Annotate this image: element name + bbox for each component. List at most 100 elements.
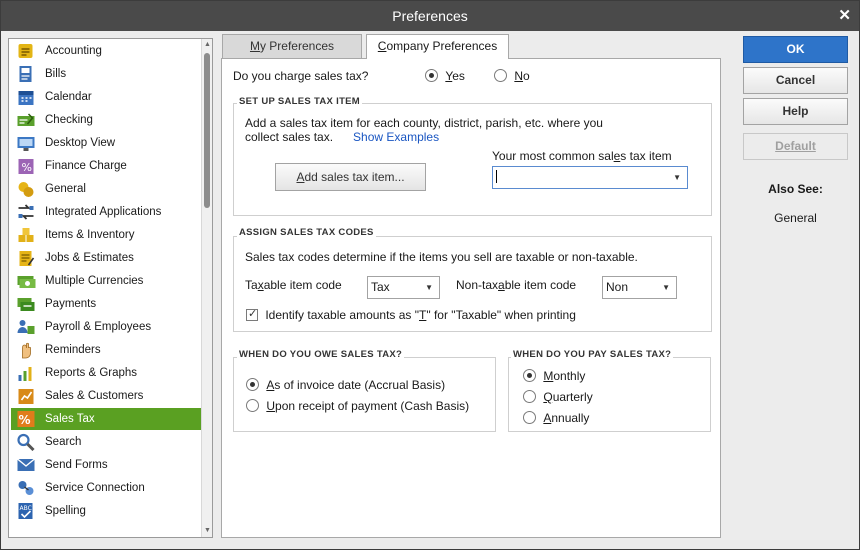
- sidebar-item-integrated-applications[interactable]: Integrated Applications: [11, 201, 201, 223]
- show-examples-link[interactable]: Show Examples: [353, 130, 439, 144]
- pay-quarterly-radio[interactable]: Quarterly: [523, 390, 593, 404]
- owe-cash-radio[interactable]: Upon receipt of payment (Cash Basis): [246, 399, 469, 413]
- sidebar-item-reports-graphs[interactable]: Reports & Graphs: [11, 362, 201, 384]
- sidebar-item-label: Search: [45, 436, 82, 448]
- send-forms-icon: [15, 455, 37, 475]
- also-see-general-link[interactable]: General: [743, 211, 848, 225]
- identify-taxable-checkbox-row[interactable]: Identify taxable amounts as "T" for "Tax…: [246, 307, 576, 322]
- sidebar-item-checking[interactable]: Checking: [11, 109, 201, 131]
- accounting-icon: [15, 41, 37, 61]
- sidebar-item-calendar[interactable]: Calendar: [11, 86, 201, 108]
- sidebar-item-accounting[interactable]: Accounting: [11, 40, 201, 62]
- cash-radio-indicator[interactable]: [246, 399, 259, 412]
- accrual-radio-indicator[interactable]: [246, 378, 259, 391]
- sales-customers-icon: [15, 386, 37, 406]
- nontaxable-item-code-dropdown[interactable]: Non ▼: [602, 276, 677, 299]
- nontaxable-item-code-label: Non-taxable item code: [456, 278, 577, 292]
- quarterly-radio-indicator[interactable]: [523, 390, 536, 403]
- checking-icon: [15, 110, 37, 130]
- service-connection-icon: [15, 478, 37, 498]
- sales-tax-icon: %: [15, 409, 37, 429]
- category-scrollbar[interactable]: ▲ ▼: [201, 39, 212, 537]
- sidebar-item-label: Checking: [45, 114, 93, 126]
- charge-yes-radio[interactable]: Yes: [425, 69, 465, 83]
- annually-radio-indicator[interactable]: [523, 411, 536, 424]
- common-sales-tax-item-dropdown[interactable]: ▼: [492, 166, 688, 189]
- sidebar-item-label: Spelling: [45, 505, 86, 517]
- sidebar-item-label: Payroll & Employees: [45, 321, 152, 333]
- integrated-applications-icon: [15, 202, 37, 222]
- sidebar-item-send-forms[interactable]: Send Forms: [11, 454, 201, 476]
- chevron-down-icon[interactable]: ▼: [662, 277, 670, 298]
- yes-radio-indicator[interactable]: [425, 69, 438, 82]
- tab-my-preferences[interactable]: My Preferences: [222, 34, 362, 58]
- sidebar-item-label: Reports & Graphs: [45, 367, 138, 379]
- sidebar-item-reminders[interactable]: Reminders: [11, 339, 201, 361]
- title-bar: Preferences ✕: [1, 1, 859, 31]
- close-icon[interactable]: ✕: [838, 1, 851, 31]
- tab-company-preferences[interactable]: Company Preferences: [366, 34, 509, 59]
- charge-sales-tax-question: Do you charge sales tax?: [233, 69, 369, 83]
- reports-graphs-icon: [15, 363, 37, 383]
- sidebar-item-service-connection[interactable]: Service Connection: [11, 477, 201, 499]
- add-sales-tax-item-button[interactable]: Add sales tax item...: [275, 163, 426, 191]
- scroll-up-arrow-icon[interactable]: ▲: [202, 39, 213, 51]
- cancel-button[interactable]: Cancel: [743, 67, 848, 94]
- sidebar-item-search[interactable]: Search: [11, 431, 201, 453]
- no-radio-indicator[interactable]: [494, 69, 507, 82]
- pay-annually-radio[interactable]: Annually: [523, 411, 589, 425]
- sidebar-item-label: Jobs & Estimates: [45, 252, 134, 264]
- sidebar-item-label: Desktop View: [45, 137, 116, 149]
- sidebar-item-label: Sales & Customers: [45, 390, 144, 402]
- jobs-estimates-icon: [15, 248, 37, 268]
- reminders-icon: [15, 340, 37, 360]
- scroll-thumb[interactable]: [204, 53, 210, 208]
- charge-no-radio[interactable]: No: [494, 69, 530, 83]
- calendar-icon: [15, 87, 37, 107]
- sidebar-item-desktop-view[interactable]: Desktop View: [11, 132, 201, 154]
- common-sales-tax-item-label: Your most common sales tax item: [492, 149, 672, 163]
- pay-monthly-radio[interactable]: Monthly: [523, 369, 585, 383]
- desktop-view-icon: [15, 133, 37, 153]
- sidebar-item-general[interactable]: General: [11, 178, 201, 200]
- taxable-item-code-label: Taxable item code: [245, 278, 342, 292]
- owe-accrual-radio[interactable]: As of invoice date (Accrual Basis): [246, 378, 445, 392]
- sidebar-item-label: Multiple Currencies: [45, 275, 144, 287]
- sidebar-item-spelling[interactable]: ABC Spelling: [11, 500, 201, 522]
- chevron-down-icon[interactable]: ▼: [425, 277, 433, 298]
- assign-group-title: ASSIGN SALES TAX CODES: [237, 227, 376, 238]
- sidebar-item-label: General: [45, 183, 86, 195]
- items-inventory-icon: [15, 225, 37, 245]
- general-icon: [15, 179, 37, 199]
- sidebar-item-payroll-employees[interactable]: Payroll & Employees: [11, 316, 201, 338]
- sidebar-item-jobs-estimates[interactable]: Jobs & Estimates: [11, 247, 201, 269]
- codes-description: Sales tax codes determine if the items y…: [245, 250, 638, 264]
- identify-taxable-checkbox[interactable]: [246, 307, 258, 321]
- sidebar-item-label: Payments: [45, 298, 97, 310]
- pay-group-title: WHEN DO YOU PAY SALES TAX?: [511, 349, 674, 360]
- payments-icon: [15, 294, 37, 314]
- text-cursor: [496, 170, 497, 183]
- help-button[interactable]: Help: [743, 98, 848, 125]
- scroll-down-arrow-icon[interactable]: ▼: [202, 525, 213, 537]
- chevron-down-icon[interactable]: ▼: [673, 167, 681, 188]
- sidebar-item-multiple-currencies[interactable]: Multiple Currencies: [11, 270, 201, 292]
- sidebar-item-label: Accounting: [45, 45, 102, 57]
- category-items: Accounting Bills Calendar Checking Desktop V…: [9, 39, 201, 537]
- sidebar-item-sales-customers[interactable]: Sales & Customers: [11, 385, 201, 407]
- sidebar-item-label: Sales Tax: [45, 413, 95, 425]
- taxable-item-code-dropdown[interactable]: Tax ▼: [367, 276, 440, 299]
- sidebar-item-label: Integrated Applications: [45, 206, 162, 218]
- sidebar-item-label: Items & Inventory: [45, 229, 135, 241]
- sidebar-item-items-inventory[interactable]: Items & Inventory: [11, 224, 201, 246]
- sidebar-item-bills[interactable]: Bills: [11, 63, 201, 85]
- monthly-radio-indicator[interactable]: [523, 369, 536, 382]
- sidebar-item-label: Service Connection: [45, 482, 145, 494]
- sidebar-item-sales-tax[interactable]: % Sales Tax: [11, 408, 201, 430]
- preferences-window: Preferences ✕ Accounting Bills Calendar Che…: [0, 0, 860, 550]
- sidebar-item-payments[interactable]: Payments: [11, 293, 201, 315]
- ok-button[interactable]: OK: [743, 36, 848, 63]
- sidebar-item-finance-charge[interactable]: % Finance Charge: [11, 155, 201, 177]
- sidebar-item-label: Reminders: [45, 344, 101, 356]
- owe-group-title: WHEN DO YOU OWE SALES TAX?: [237, 349, 405, 360]
